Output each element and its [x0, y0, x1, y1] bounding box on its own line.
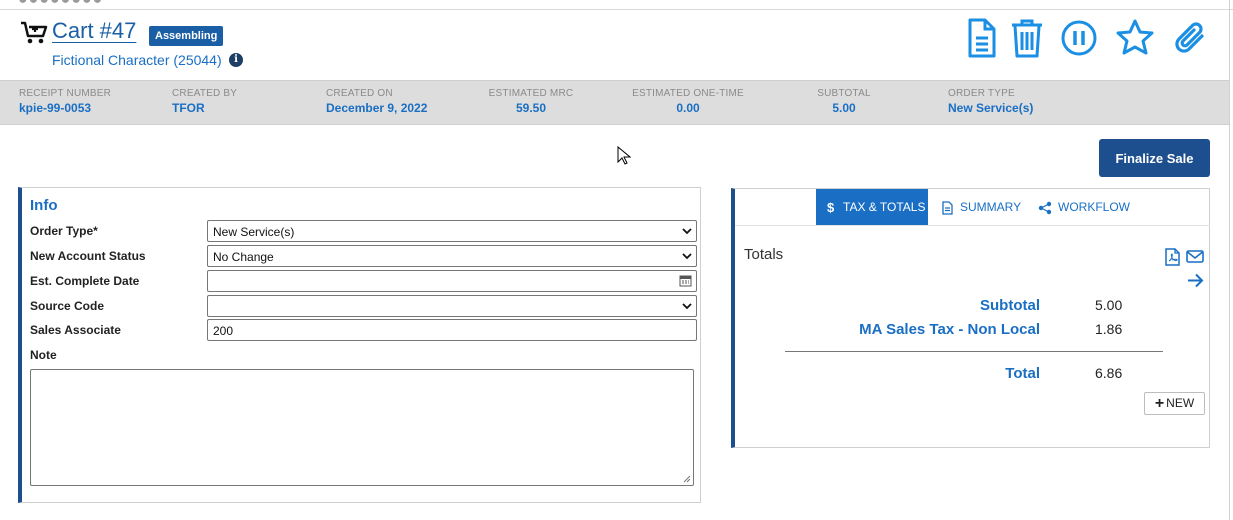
totals-divider	[785, 351, 1163, 352]
document-icon[interactable]	[962, 18, 1000, 58]
scroll-edge	[1229, 0, 1230, 520]
meta-estimated-mrc: ESTIMATED MRC 59.50	[488, 88, 574, 115]
finalize-sale-button[interactable]: Finalize Sale	[1099, 139, 1210, 177]
paperclip-icon[interactable]	[1172, 18, 1210, 58]
tab-tax-totals[interactable]: $ TAX & TOTALS	[816, 189, 928, 225]
totals-row-sales-tax: MA Sales Tax - Non Local 1.86	[859, 321, 1123, 338]
note-label: Note	[30, 348, 57, 362]
action-toolbar	[960, 18, 1220, 60]
top-strip: ●●●●●●●●	[0, 0, 1233, 10]
star-icon[interactable]	[1116, 18, 1154, 58]
pdf-icon[interactable]	[1165, 248, 1180, 266]
new-account-status-select[interactable]: No Change	[207, 245, 697, 267]
est-complete-date-label: Est. Complete Date	[30, 274, 140, 288]
document-icon	[942, 201, 953, 215]
panel-tabs: $ TAX & TOTALS SUMMARY WORKFLOW	[735, 189, 1210, 226]
chevron-down-icon	[682, 228, 692, 235]
source-code-select[interactable]	[207, 295, 697, 317]
email-icon[interactable]	[1186, 250, 1204, 263]
new-account-status-label: New Account Status	[30, 249, 146, 263]
meta-subtotal: SUBTOTAL 5.00	[817, 88, 871, 115]
info-panel: Info Order Type* New Service(s) New Acco…	[18, 187, 701, 503]
customer-link[interactable]: Fictional Character (25044)	[52, 52, 222, 68]
chevron-down-icon	[682, 253, 692, 260]
source-code-row: Source Code	[30, 295, 697, 317]
calendar-icon[interactable]	[679, 274, 692, 287]
totals-row-subtotal: Subtotal 5.00	[980, 297, 1123, 314]
meta-order-type: ORDER TYPE New Service(s)	[948, 88, 1034, 115]
source-code-label: Source Code	[30, 299, 105, 313]
sales-associate-label: Sales Associate	[30, 323, 121, 337]
meta-estimated-one-time: ESTIMATED ONE-TIME 0.00	[632, 88, 744, 115]
resize-grip-icon[interactable]	[683, 475, 691, 483]
shopping-cart-icon	[21, 21, 48, 44]
mouse-cursor-icon	[617, 146, 631, 165]
dollar-icon: $	[827, 199, 835, 215]
status-badge: Assembling	[149, 26, 224, 46]
order-type-row: Order Type* New Service(s)	[30, 220, 697, 242]
chevron-down-icon	[682, 303, 692, 310]
meta-created-by: CREATED BY TFOR	[172, 88, 238, 115]
workflow-icon	[1038, 201, 1052, 215]
meta-created-on: CREATED ON December 9, 2022	[326, 88, 428, 115]
order-type-select[interactable]: New Service(s)	[207, 220, 697, 242]
new-tax-button[interactable]: + NEW	[1144, 392, 1205, 415]
pause-icon[interactable]	[1060, 18, 1098, 58]
tab-summary[interactable]: SUMMARY	[940, 189, 1021, 225]
est-complete-date-row: Est. Complete Date	[30, 270, 697, 292]
plus-icon: +	[1154, 394, 1165, 412]
est-complete-date-input[interactable]	[207, 270, 697, 292]
arrow-right-icon[interactable]	[1187, 273, 1204, 288]
info-icon[interactable]: i	[229, 53, 243, 67]
order-type-label: Order Type*	[30, 224, 98, 238]
receipt-meta-bar: RECEIPT NUMBER kpie-99-0053 CREATED BY TFO…	[0, 80, 1229, 125]
meta-receipt-number: RECEIPT NUMBER kpie-99-0053	[19, 88, 112, 115]
cart-title[interactable]: Cart #47	[52, 18, 136, 44]
app-logo: ●●●●●●●●	[18, 0, 103, 9]
note-textarea[interactable]	[30, 369, 694, 486]
trash-icon[interactable]	[1008, 18, 1046, 58]
totals-heading: Totals	[744, 246, 784, 263]
totals-row-total: Total 6.86	[1005, 365, 1123, 382]
sales-associate-input[interactable]: 200	[207, 319, 697, 341]
sales-associate-row: Sales Associate 200	[30, 319, 697, 341]
tax-totals-panel: $ TAX & TOTALS SUMMARY WORKFLOW Totals Su…	[731, 188, 1210, 448]
new-account-status-row: New Account Status No Change	[30, 245, 697, 267]
tab-workflow[interactable]: WORKFLOW	[1038, 189, 1130, 225]
info-title: Info	[30, 197, 58, 214]
cart-page: ●●●●●●●● Cart #47 Assembling Fictional C…	[0, 0, 1233, 520]
